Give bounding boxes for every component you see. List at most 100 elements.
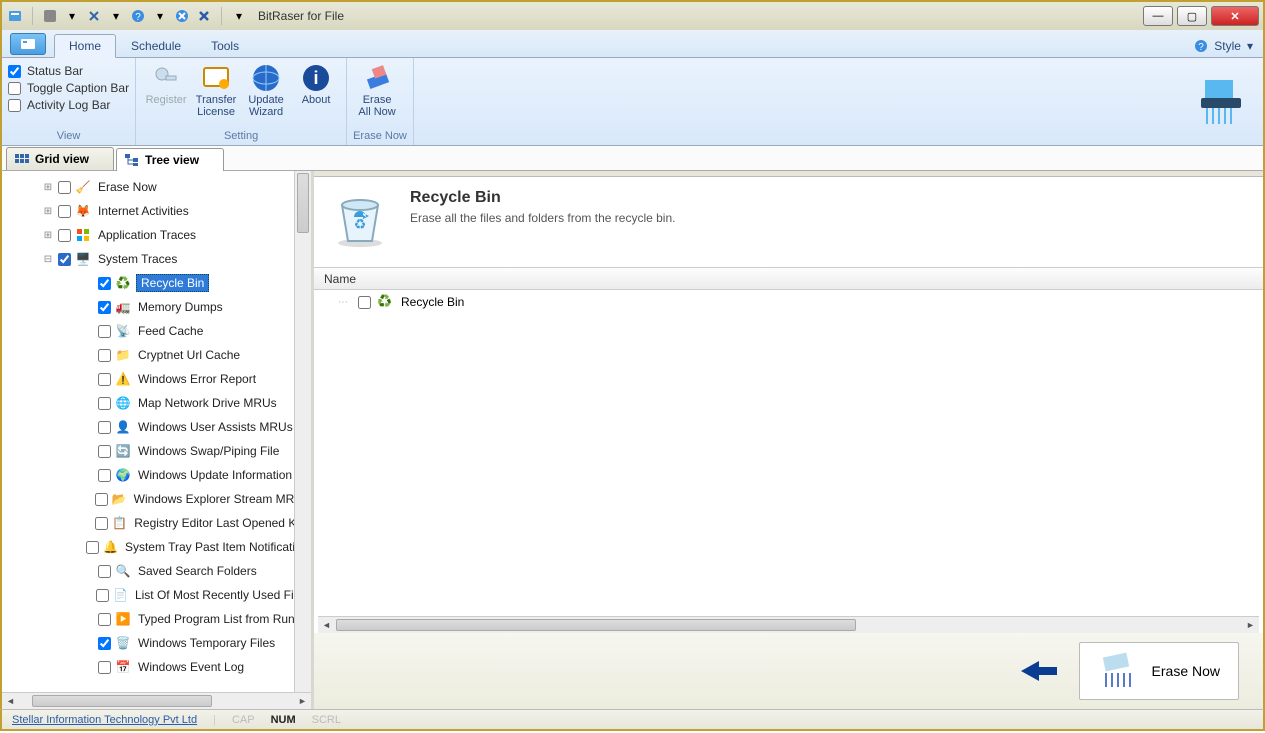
style-dropdown[interactable]: ? Style ▾ — [1184, 35, 1263, 57]
tree-checkbox[interactable] — [86, 541, 99, 554]
close-button[interactable]: ✕ — [1211, 6, 1259, 26]
qat-overflow-icon[interactable]: ▾ — [230, 7, 248, 25]
chk-toggle-caption[interactable]: Toggle Caption Bar — [8, 81, 129, 95]
register-button[interactable]: Register — [142, 60, 190, 118]
tree-view-tab[interactable]: Tree view — [116, 148, 224, 171]
tree-checkbox[interactable] — [98, 325, 111, 338]
list-checkbox[interactable] — [358, 296, 371, 309]
recycle-bin-small-icon: ♻️ — [377, 294, 393, 310]
tree-checkbox[interactable] — [98, 469, 111, 482]
erase-all-now-button[interactable]: EraseAll Now — [353, 60, 401, 118]
help-icon[interactable]: ? — [129, 7, 147, 25]
tree-item[interactable]: 🔍Saved Search Folders — [2, 559, 311, 583]
qat-dropdown-1[interactable]: ▾ — [63, 7, 81, 25]
scroll-right-icon[interactable]: ► — [294, 693, 311, 709]
tree-checkbox[interactable] — [58, 181, 71, 194]
qat-dropdown-2[interactable]: ▾ — [107, 7, 125, 25]
tree-item[interactable]: 🚛Memory Dumps — [2, 295, 311, 319]
tree-item[interactable]: 🌍Windows Update Information — [2, 463, 311, 487]
qat-dropdown-3[interactable]: ▾ — [151, 7, 169, 25]
tree-internet[interactable]: ⊞🦊Internet Activities — [2, 199, 311, 223]
tree-item[interactable]: 📅Windows Event Log — [2, 655, 311, 679]
tree-item[interactable]: 📁Cryptnet Url Cache — [2, 343, 311, 367]
tree-checkbox[interactable] — [98, 421, 111, 434]
tree-item[interactable]: 👤Windows User Assists MRUs — [2, 415, 311, 439]
window-title: BitRaser for File — [258, 9, 344, 23]
event-log-icon: 📅 — [115, 659, 131, 675]
tree-item[interactable]: ⚠️Windows Error Report — [2, 367, 311, 391]
tree-checkbox[interactable] — [98, 637, 111, 650]
tab-schedule[interactable]: Schedule — [116, 34, 196, 57]
tree-item[interactable]: 📡Feed Cache — [2, 319, 311, 343]
tree-item[interactable]: 🔔System Tray Past Item Notifications — [2, 535, 311, 559]
expand-icon[interactable]: ⊞ — [42, 182, 54, 193]
tree-checkbox[interactable] — [98, 397, 111, 410]
tree-checkbox[interactable] — [98, 373, 111, 386]
tree-scroll[interactable]: ⊞🧹Erase Now ⊞🦊Internet Activities ⊞Appli… — [2, 171, 311, 692]
scroll-left-icon[interactable]: ◄ — [318, 617, 335, 633]
tray-icon: 🔔 — [103, 539, 118, 555]
svg-text:i: i — [314, 68, 319, 88]
tree-checkbox[interactable] — [98, 613, 111, 626]
chk-status-bar[interactable]: Status Bar — [8, 64, 129, 78]
run-icon: ▶️ — [115, 611, 131, 627]
tree-checkbox[interactable] — [98, 349, 111, 362]
tree-item[interactable]: 🌐Map Network Drive MRUs — [2, 391, 311, 415]
content-horizontal-scrollbar[interactable]: ◄ ► — [318, 616, 1259, 633]
tree-checkbox[interactable] — [58, 253, 71, 266]
tree-system-traces[interactable]: ⊟🖥️System Traces — [2, 247, 311, 271]
expand-icon[interactable]: ⊞ — [42, 206, 54, 217]
tree-app-traces[interactable]: ⊞Application Traces — [2, 223, 311, 247]
tree-item[interactable]: 🔄Windows Swap/Piping File — [2, 439, 311, 463]
erase-now-label: Erase Now — [1152, 663, 1220, 679]
qat-icon-1[interactable] — [41, 7, 59, 25]
scissors-icon[interactable] — [85, 7, 103, 25]
minimize-button[interactable]: — — [1143, 6, 1173, 26]
expand-icon[interactable]: ⊞ — [42, 230, 54, 241]
ribbon: Status Bar Toggle Caption Bar Activity L… — [0, 58, 1265, 146]
close-blue-icon[interactable] — [195, 7, 213, 25]
cancel-icon[interactable] — [173, 7, 191, 25]
tree-horizontal-scrollbar[interactable]: ◄ ► — [2, 692, 311, 709]
tree-checkbox[interactable] — [95, 493, 108, 506]
scroll-right-icon[interactable]: ► — [1242, 617, 1259, 633]
tree-vertical-scrollbar[interactable] — [294, 171, 311, 692]
update-wizard-button[interactable]: UpdateWizard — [242, 60, 290, 118]
style-label: Style — [1214, 39, 1241, 53]
app-menu-icon[interactable] — [6, 7, 24, 25]
list-item-label: Recycle Bin — [401, 295, 464, 309]
ribbon-logo-area — [1179, 58, 1263, 145]
tree-checkbox[interactable] — [98, 277, 111, 290]
scroll-left-icon[interactable]: ◄ — [2, 693, 19, 709]
tree-item[interactable]: ▶️Typed Program List from Run — [2, 607, 311, 631]
tree-erase-now[interactable]: ⊞🧹Erase Now — [2, 175, 311, 199]
tree-checkbox[interactable] — [98, 301, 111, 314]
shred-icon — [1098, 651, 1138, 691]
tree-checkbox[interactable] — [98, 445, 111, 458]
tree-checkbox[interactable] — [98, 661, 111, 674]
group-label-erase: Erase Now — [353, 130, 407, 143]
column-header-name[interactable]: Name — [314, 268, 1263, 290]
tree-checkbox[interactable] — [96, 589, 109, 602]
vendor-link[interactable]: Stellar Information Technology Pvt Ltd — [12, 714, 197, 726]
app-button[interactable] — [10, 33, 46, 55]
tree-checkbox[interactable] — [95, 517, 108, 530]
tree-checkbox[interactable] — [58, 229, 71, 242]
list-row[interactable]: ⋯ ♻️ Recycle Bin — [314, 290, 1263, 314]
tree-item[interactable]: 📋Registry Editor Last Opened Key — [2, 511, 311, 535]
tree-item[interactable]: 🗑️Windows Temporary Files — [2, 631, 311, 655]
tree-item-recycle-bin[interactable]: ♻️Recycle Bin — [2, 271, 311, 295]
tree-item[interactable]: 📂Windows Explorer Stream MRUs — [2, 487, 311, 511]
tree-checkbox[interactable] — [58, 205, 71, 218]
about-button[interactable]: i About — [292, 60, 340, 118]
tab-home[interactable]: Home — [54, 34, 116, 58]
tree-item[interactable]: 📄List Of Most Recently Used Files — [2, 583, 311, 607]
erase-now-button[interactable]: Erase Now — [1079, 642, 1239, 700]
transfer-license-button[interactable]: TransferLicense — [192, 60, 240, 118]
tab-tools[interactable]: Tools — [196, 34, 254, 57]
collapse-icon[interactable]: ⊟ — [42, 254, 54, 265]
tree-checkbox[interactable] — [98, 565, 111, 578]
grid-view-tab[interactable]: Grid view — [6, 147, 114, 170]
chk-activity-log[interactable]: Activity Log Bar — [8, 98, 129, 112]
maximize-button[interactable]: ▢ — [1177, 6, 1207, 26]
